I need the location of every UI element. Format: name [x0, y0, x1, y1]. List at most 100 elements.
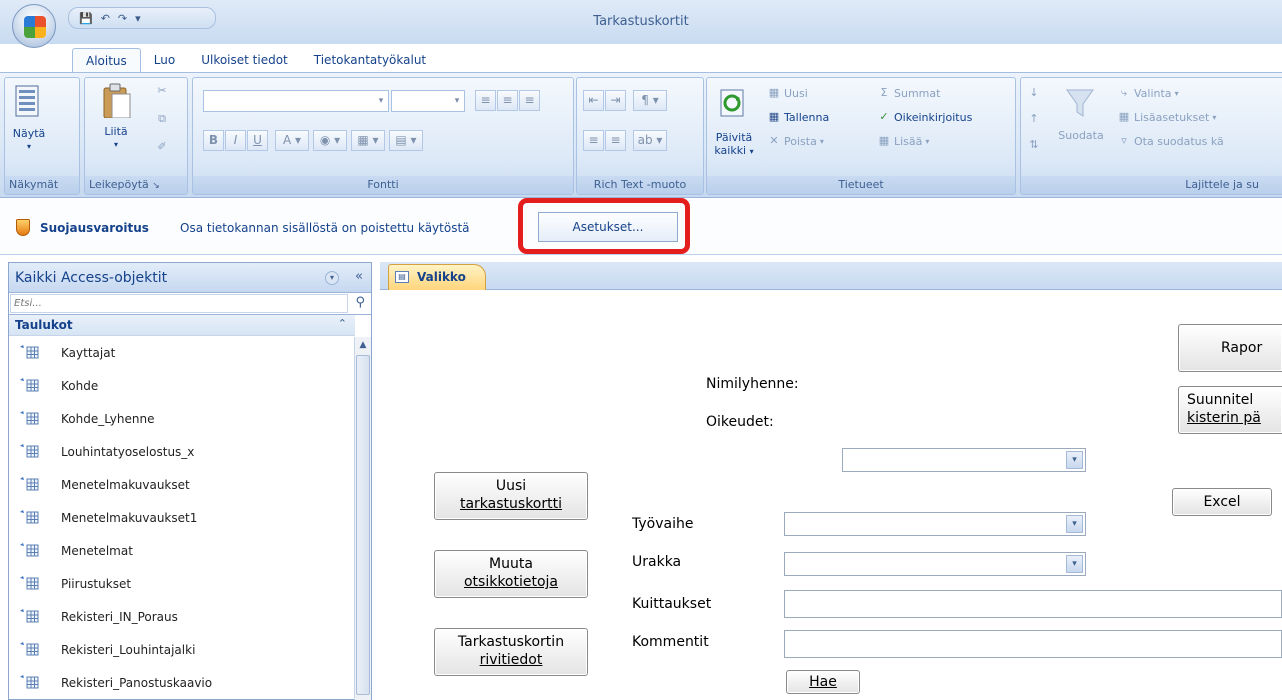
align-center-icon: ≡ — [502, 93, 513, 107]
clear-sort-button[interactable]: ⇅ — [1027, 138, 1041, 152]
nav-header[interactable]: Kaikki Access-objektit ▾ « — [9, 263, 371, 293]
font-name-combo[interactable]: ▾ — [203, 90, 389, 112]
nav-scrollbar[interactable]: ▲ — [354, 337, 371, 700]
reports-button[interactable]: Rapor — [1178, 324, 1282, 372]
nav-table-item[interactable]: Rekisteri_Louhintajalki — [9, 634, 355, 667]
search-icon[interactable]: ⚲ — [355, 295, 365, 310]
more-grid-icon: ▦ — [878, 134, 890, 147]
bold-icon: B — [208, 133, 219, 147]
selection-button[interactable]: ⤷ Valinta ▾ — [1117, 86, 1179, 100]
design-register-button[interactable]: Suunnitel kisterin pä — [1178, 386, 1282, 434]
copy-button[interactable]: ⧉ — [155, 112, 169, 126]
chevron-down-icon[interactable]: ▾ — [325, 271, 339, 285]
font-color-icon: A ▾ — [282, 133, 302, 147]
tab-aloitus[interactable]: Aloitus — [72, 48, 141, 74]
oikeudet-combo[interactable]: ▾ — [842, 448, 1086, 472]
nav-table-item[interactable]: Rekisteri_IN_Poraus — [9, 601, 355, 634]
nav-table-item[interactable]: Kohde_Lyhenne — [9, 403, 355, 436]
view-button[interactable]: Näytä ▾ — [11, 84, 47, 153]
align-right-icon: ≡ — [524, 93, 535, 107]
office-button[interactable] — [12, 4, 56, 48]
underline-button[interactable]: U — [247, 130, 268, 151]
spelling-button[interactable]: ✓ Oikeinkirjoitus — [877, 110, 972, 124]
format-painter-button[interactable]: ✐ — [155, 140, 169, 154]
alternate-fill-button[interactable]: ▤ ▾ — [389, 130, 423, 151]
refresh-icon — [720, 89, 744, 117]
save-record-button[interactable]: ▦ Tallenna — [767, 110, 829, 124]
kuittaukset-label: Kuittaukset — [632, 596, 712, 612]
bullet-list-button[interactable]: ≡ — [605, 130, 626, 151]
toggle-filter-button[interactable]: ▿ Ota suodatus kä — [1117, 134, 1224, 148]
scroll-up-icon[interactable]: ▲ — [355, 337, 371, 354]
numbered-list-button[interactable]: ≡ — [583, 130, 604, 151]
spelling-check-icon: ✓ — [879, 110, 889, 123]
italic-button[interactable]: I — [225, 130, 246, 151]
highlight-button[interactable]: ab ▾ — [633, 130, 667, 151]
group-label-fontti: Fontti — [193, 176, 573, 194]
nav-group-label: Taulukot — [15, 318, 73, 332]
excel-button[interactable]: Excel — [1172, 488, 1272, 516]
table-icon — [20, 378, 39, 392]
refresh-all-button[interactable]: Päivitä kaikki ▾ — [709, 88, 759, 158]
nav-table-item[interactable]: Kohde — [9, 370, 355, 403]
font-color-button[interactable]: A ▾ — [275, 130, 309, 151]
nav-table-label: Kayttajat — [61, 346, 116, 360]
gridlines-button[interactable]: ▦ ▾ — [351, 130, 385, 151]
align-center-button[interactable]: ≡ — [497, 90, 518, 111]
filter-button[interactable]: Suodata — [1053, 86, 1109, 142]
tab-ulkoiset-tiedot[interactable]: Ulkoiset tiedot — [188, 48, 301, 74]
nav-table-item[interactable]: Menetelmakuvaukset — [9, 469, 355, 502]
search-input[interactable] — [10, 294, 348, 313]
align-left-button[interactable]: ≡ — [475, 90, 496, 111]
edit-header-button[interactable]: Muuta otsikkotietoja — [434, 550, 588, 598]
kommentit-field[interactable] — [784, 630, 1282, 658]
new-card-button[interactable]: Uusi tarkastuskortti — [434, 472, 588, 520]
delete-x-icon: ✕ — [769, 134, 779, 147]
tab-valikko[interactable]: ▤ Valikko — [388, 264, 486, 291]
increase-indent-button[interactable]: ⇥ — [605, 90, 626, 111]
totals-button[interactable]: Σ Summat — [877, 86, 941, 100]
tyovaihe-combo[interactable]: ▾ — [784, 512, 1086, 536]
reports-label: Rapor — [1221, 340, 1263, 356]
search-button[interactable]: Hae — [786, 670, 860, 694]
bold-button[interactable]: B — [203, 130, 224, 151]
font-size-combo[interactable]: ▾ — [391, 90, 465, 112]
urakka-combo[interactable]: ▾ — [784, 552, 1086, 576]
kuittaukset-field[interactable] — [784, 590, 1282, 618]
delete-record-button[interactable]: ✕ Poista ▾ — [767, 134, 823, 148]
nav-table-item[interactable]: Piirustukset — [9, 568, 355, 601]
fill-color-button[interactable]: ◉ ▾ — [313, 130, 347, 151]
new-record-icon: ▦ — [768, 86, 780, 99]
group-fontti: ▾ ▾ ≡ ≡ ≡ B I U A ▾ ◉ ▾ ▦ ▾ ▤ ▾ Fontti — [192, 77, 574, 195]
cut-button[interactable]: ✂ — [155, 84, 169, 98]
paste-button[interactable]: Liitä ▾ — [95, 82, 137, 151]
nav-table-item[interactable]: Menetelmat — [9, 535, 355, 568]
chevron-down-icon: ▾ — [1066, 555, 1083, 573]
table-icon — [20, 675, 39, 689]
collapse-pane-icon[interactable]: « — [355, 269, 363, 284]
dialog-launcher-icon[interactable]: ↘ — [152, 181, 160, 191]
group-label-leikepoyta: Leikepöytä ↘ — [85, 176, 187, 194]
nav-table-item[interactable]: Louhintatyoselostus_x — [9, 436, 355, 469]
nav-table-item[interactable]: Rekisteri_Panostuskaavio — [9, 667, 355, 700]
new-record-button[interactable]: ▦ Uusi — [767, 86, 808, 100]
new-card-label-2-text: tarkastuskortti — [459, 496, 562, 512]
funnel-icon — [1066, 89, 1094, 117]
tab-luo[interactable]: Luo — [141, 48, 188, 74]
sort-ascending-button[interactable]: ↓ — [1027, 86, 1041, 100]
advanced-filter-button[interactable]: ▦ Lisäasetukset ▾ — [1117, 110, 1217, 124]
sort-descending-button[interactable]: ↑ — [1027, 112, 1041, 126]
nav-group-taulukot[interactable]: Taulukot ⌃ — [9, 315, 355, 336]
nav-table-item[interactable]: Kayttajat — [9, 337, 355, 370]
paragraph-direction-button[interactable]: ¶ ▾ — [633, 90, 667, 111]
decrease-indent-button[interactable]: ⇤ — [583, 90, 604, 111]
align-right-button[interactable]: ≡ — [519, 90, 540, 111]
tab-tietokantatyokalut[interactable]: Tietokantatyökalut — [301, 48, 439, 74]
scroll-thumb[interactable] — [356, 355, 370, 695]
advanced-filter-icon: ▦ — [1118, 110, 1130, 123]
group-label-nakymat: Näkymät — [5, 176, 79, 194]
nav-table-item[interactable]: Menetelmakuvaukset1 — [9, 502, 355, 535]
card-rows-button[interactable]: Tarkastuskortin rivitiedot — [434, 628, 588, 676]
sort-ascending-icon: ↓ — [1029, 86, 1039, 99]
more-button[interactable]: ▦ Lisää ▾ — [877, 134, 930, 148]
